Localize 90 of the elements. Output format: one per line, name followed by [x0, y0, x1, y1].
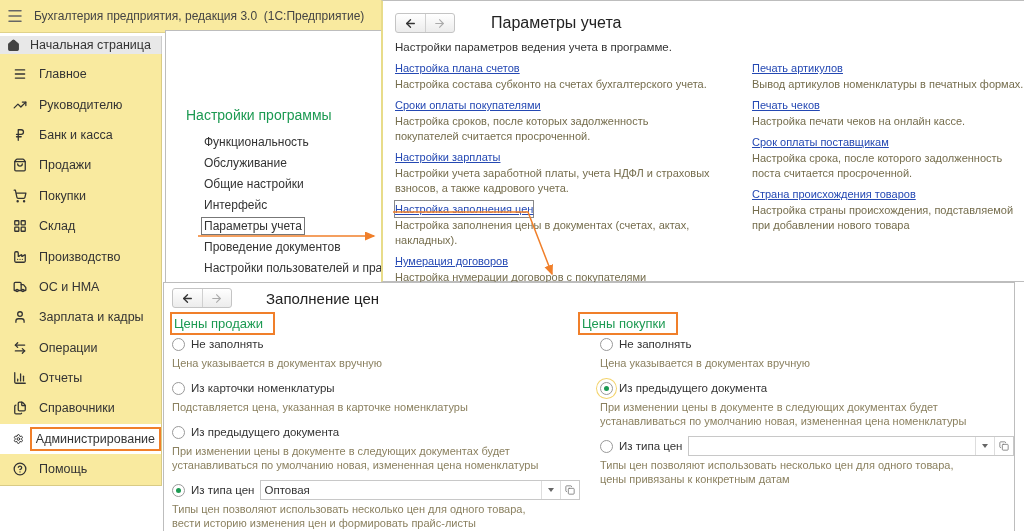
price-type-select[interactable]: Оптовая — [260, 480, 580, 500]
sidebar-item[interactable]: Руководителю — [0, 89, 161, 120]
option-description: Типы цен позволяют использовать несколько цен для одного товара, цены привязаны к конкретным датам — [600, 458, 955, 486]
sidebar-item[interactable]: Банк и касса — [0, 119, 161, 151]
option-label: Из типа цен — [619, 440, 683, 452]
settings-link[interactable]: Нумерация договоров — [394, 252, 510, 270]
arrow-left-icon — [403, 16, 417, 30]
option-description: При изменении цены в документе в следующих документах будет устанавливаться по умолчанию новая, измененная цена номенклатуры — [600, 400, 968, 428]
section-icon — [13, 219, 27, 234]
section-icon — [13, 340, 27, 355]
settings-link[interactable]: Параметры учета — [201, 216, 305, 235]
settings-link[interactable]: Интерфейс — [201, 195, 271, 214]
open-icon — [565, 485, 575, 495]
group-heading: Цены покупки — [578, 312, 678, 335]
settings-link[interactable]: Страна происхождения товаров — [751, 185, 917, 203]
link-description: Настройка сроков, после которых задолженность покупателей считается просроченной. — [395, 114, 650, 144]
home-tab[interactable]: Начальная страница — [0, 36, 162, 54]
arrow-right-icon — [433, 16, 447, 30]
link-description: Вывод артикулов номенклатуры в печатных формах. — [752, 77, 1024, 92]
link-description: Настройка нумерации договоров с покупателями — [395, 270, 648, 285]
settings-link[interactable]: Проведение документов — [201, 237, 344, 256]
section-icon — [13, 188, 27, 203]
sidebar-item[interactable]: Главное — [0, 59, 161, 90]
sidebar-item[interactable]: Производство — [0, 241, 161, 272]
sidebar-item[interactable]: Покупки — [0, 180, 161, 211]
sidebar-item[interactable]: Справочники — [0, 393, 161, 424]
settings-link[interactable]: Функциональность — [201, 132, 312, 151]
settings-link[interactable]: Общие настройки — [201, 174, 307, 193]
arrow-left-icon — [180, 291, 194, 305]
option-description: При изменении цены в документе в следующих документах будет устанавливаться по умолчанию новая, измененная цена номенклатуры — [172, 444, 540, 472]
settings-link[interactable]: Печать чеков — [751, 96, 821, 114]
link-description: Настройка срока, после которого задолженность поста считается просроченной. — [752, 151, 1004, 181]
radio-button[interactable] — [172, 337, 185, 351]
option-label: Из предыдущего документа — [191, 426, 340, 438]
radio-button[interactable] — [600, 381, 613, 395]
section-icon — [13, 158, 27, 173]
menu-icon[interactable] — [6, 7, 24, 25]
sidebar-item[interactable]: Администрирование — [0, 423, 161, 455]
option-description: Подставляется цена, указанная в карточке номенклатуры — [172, 400, 469, 414]
radio-button[interactable] — [172, 483, 185, 497]
sidebar-item[interactable]: Отчеты — [0, 362, 161, 394]
section-icon — [13, 462, 27, 477]
option-label: Из предыдущего документа — [619, 382, 768, 394]
arrow-right-icon — [210, 291, 224, 305]
sidebar-item[interactable]: Продажи — [0, 150, 161, 181]
settings-link[interactable]: Настройки пользователей и пра — [201, 258, 386, 277]
option-label: Не заполнять — [191, 338, 264, 350]
section-icon — [13, 371, 27, 386]
link-description: Настройки учета заработной платы, учета НДФЛ и страховых взносов, а также кадрового учета. — [395, 166, 711, 196]
radio-button[interactable] — [600, 337, 613, 351]
sidebar-item[interactable]: Помощь — [0, 454, 161, 485]
price-type-select[interactable] — [688, 436, 1014, 456]
link-description: Настройка страны происхождения, подставляемой при добавлении нового товара — [752, 203, 1015, 233]
section-icon — [13, 127, 27, 142]
option-label: Из карточки номенклатуры — [191, 382, 335, 394]
option-description: Цена указывается в документах вручную — [600, 356, 811, 370]
section-icon — [13, 310, 27, 325]
sidebar-item[interactable]: Зарплата и кадры — [0, 302, 161, 333]
section-icon — [13, 401, 27, 416]
option-description: Цена указывается в документах вручную — [172, 356, 383, 370]
form-subtitle: Настройки параметров ведения учета в программе. — [395, 41, 673, 53]
link-description: Настройка состава субконто на счетах бухгалтерского учета. — [395, 77, 708, 92]
window-title: Бухгалтерия предприятия, редакция 3.0 (1С:Предприятие) — [34, 9, 365, 23]
dropdown-icon — [982, 444, 988, 448]
option-label: Из типа цен — [191, 484, 255, 496]
section-icon — [13, 279, 27, 294]
radio-button[interactable] — [172, 381, 185, 395]
settings-link[interactable]: Настройки зарплаты — [394, 148, 502, 166]
sidebar-item[interactable]: ОС и НМА — [0, 271, 161, 303]
section-icon — [13, 431, 24, 446]
settings-link[interactable]: Настройка плана счетов — [394, 59, 521, 77]
group-heading: Цены продажи — [170, 312, 275, 335]
settings-link[interactable]: Печать артикулов — [751, 59, 844, 77]
option-description: Типы цен позволяют использовать несколько цен для одного товара, вести историю изменения цен и формировать прайс-листы — [172, 502, 527, 530]
form-title: Параметры учета — [491, 14, 622, 32]
radio-button[interactable] — [600, 439, 613, 453]
section-icon — [13, 67, 27, 82]
sidebar-item[interactable]: Операции — [0, 332, 161, 363]
settings-link[interactable]: Срок оплаты поставщикам — [751, 133, 890, 151]
settings-link[interactable]: Обслуживание — [201, 153, 290, 172]
radio-button[interactable] — [172, 425, 185, 439]
form-title: Заполнение цен — [266, 289, 380, 307]
link-description: Настройка печати чеков на онлайн кассе. — [752, 114, 967, 129]
home-icon — [7, 38, 20, 52]
sidebar-item[interactable]: Склад — [0, 210, 161, 242]
section-icon — [13, 249, 27, 264]
dropdown-icon — [548, 488, 554, 492]
settings-link[interactable]: Сроки оплаты покупателями — [394, 96, 542, 114]
option-label: Не заполнять — [619, 338, 692, 350]
open-icon — [999, 441, 1009, 451]
